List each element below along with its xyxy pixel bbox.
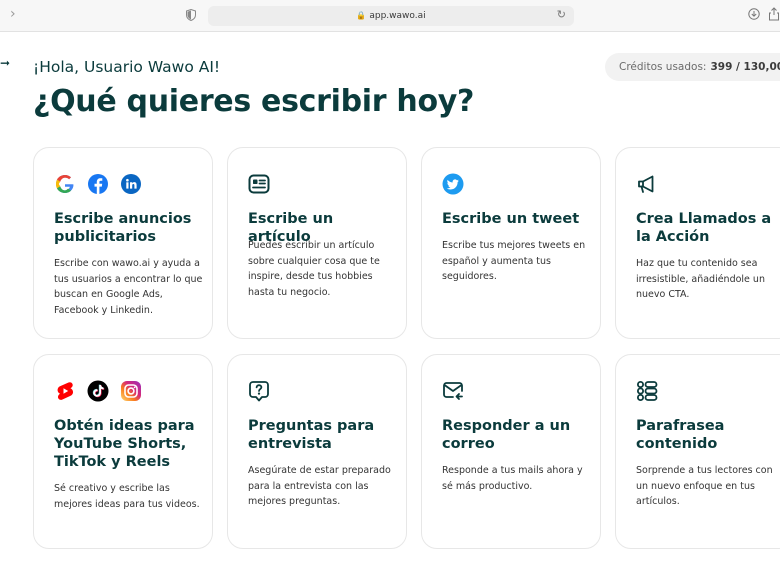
greeting: ¡Hola, Usuario Wawo AI! xyxy=(33,58,221,76)
card-description: Sorprende a tus lectores con un nuevo en… xyxy=(636,465,773,507)
card-title: Crea Llamados a la Acción xyxy=(636,211,772,245)
card-title: Obtén ideas para YouTube Shorts, TikTok … xyxy=(54,418,195,470)
card-description: Puedes escribir un artículo sobre cualqu… xyxy=(248,240,380,298)
card-title: Escribe anuncios publicitarios xyxy=(54,211,192,245)
instagram-icon xyxy=(121,381,141,401)
card-description: Asegúrate de estar preparado para la ent… xyxy=(248,465,391,507)
card-title: Parafrasea contenido xyxy=(636,418,725,452)
reload-icon[interactable]: ↻ xyxy=(557,8,566,21)
forward-icon[interactable]: › xyxy=(10,6,16,22)
youtube-shorts-icon xyxy=(57,382,74,400)
google-icon xyxy=(56,175,74,193)
tiktok-icon xyxy=(87,380,109,402)
credits-badge: Créditos usados:399 / 130,000 xyxy=(605,53,780,81)
card-description: Sé creativo y escribe las mejores ideas … xyxy=(54,483,200,510)
page-title: ¿Qué quieres escribir hoy? xyxy=(33,84,475,119)
card-title: Preguntas para entrevista xyxy=(248,418,375,452)
linkedin-icon xyxy=(121,174,141,194)
question-icon xyxy=(249,381,269,402)
megaphone-icon xyxy=(638,175,654,193)
card-title: Escribe un tweet xyxy=(442,211,580,227)
privacy-shield-icon[interactable] xyxy=(186,9,196,21)
lock-icon: 🔒 xyxy=(356,11,367,20)
mail-reply-icon xyxy=(443,382,463,400)
card-description: Haz que tu contenido sea irresistible, a… xyxy=(636,258,765,300)
address-bar[interactable]: 🔒 app.wawo.ai ↻ xyxy=(208,6,574,26)
list-icon xyxy=(637,381,658,401)
card-correo[interactable]: Responder a un correo Responde a tus mai… xyxy=(421,354,601,549)
twitter-icon xyxy=(442,173,464,195)
card-description: Responde a tus mails ahora y sé más prod… xyxy=(442,465,583,492)
share-icon[interactable] xyxy=(768,7,780,21)
article-icon xyxy=(248,174,270,194)
facebook-icon xyxy=(88,174,108,194)
credits-value: 399 / 130,000 xyxy=(710,61,780,73)
card-anuncios[interactable]: Escribe anuncios publicitarios Escribe c… xyxy=(33,147,213,339)
url-text: app.wawo.ai xyxy=(369,11,426,21)
card-description: Escribe tus mejores tweets en español y … xyxy=(442,240,586,282)
download-icon[interactable] xyxy=(748,8,760,20)
credits-label: Créditos usados: xyxy=(619,61,707,73)
card-articulo[interactable]: Escribe un artículo Puedes escribir un a… xyxy=(227,147,407,339)
card-title: Responder a un correo xyxy=(442,418,571,452)
card-tweet[interactable]: Escribe un tweet Escribe tus mejores twe… xyxy=(421,147,601,339)
card-parafrasea[interactable]: Parafrasea contenido Sorprende a tus lec… xyxy=(615,354,780,549)
card-entrevista[interactable]: Preguntas para entrevista Asegúrate de e… xyxy=(227,354,407,549)
browser-toolbar: › 🔒 app.wawo.ai ↻ xyxy=(0,0,780,32)
card-cta[interactable]: Crea Llamados a la Acción Haz que tu con… xyxy=(615,147,780,339)
expand-sidebar-icon[interactable]: ➞ xyxy=(0,56,10,70)
card-description: Escribe con wawo.ai y ayuda a tus usuari… xyxy=(54,258,203,316)
card-ideas-videos[interactable]: Obtén ideas para YouTube Shorts, TikTok … xyxy=(33,354,213,549)
